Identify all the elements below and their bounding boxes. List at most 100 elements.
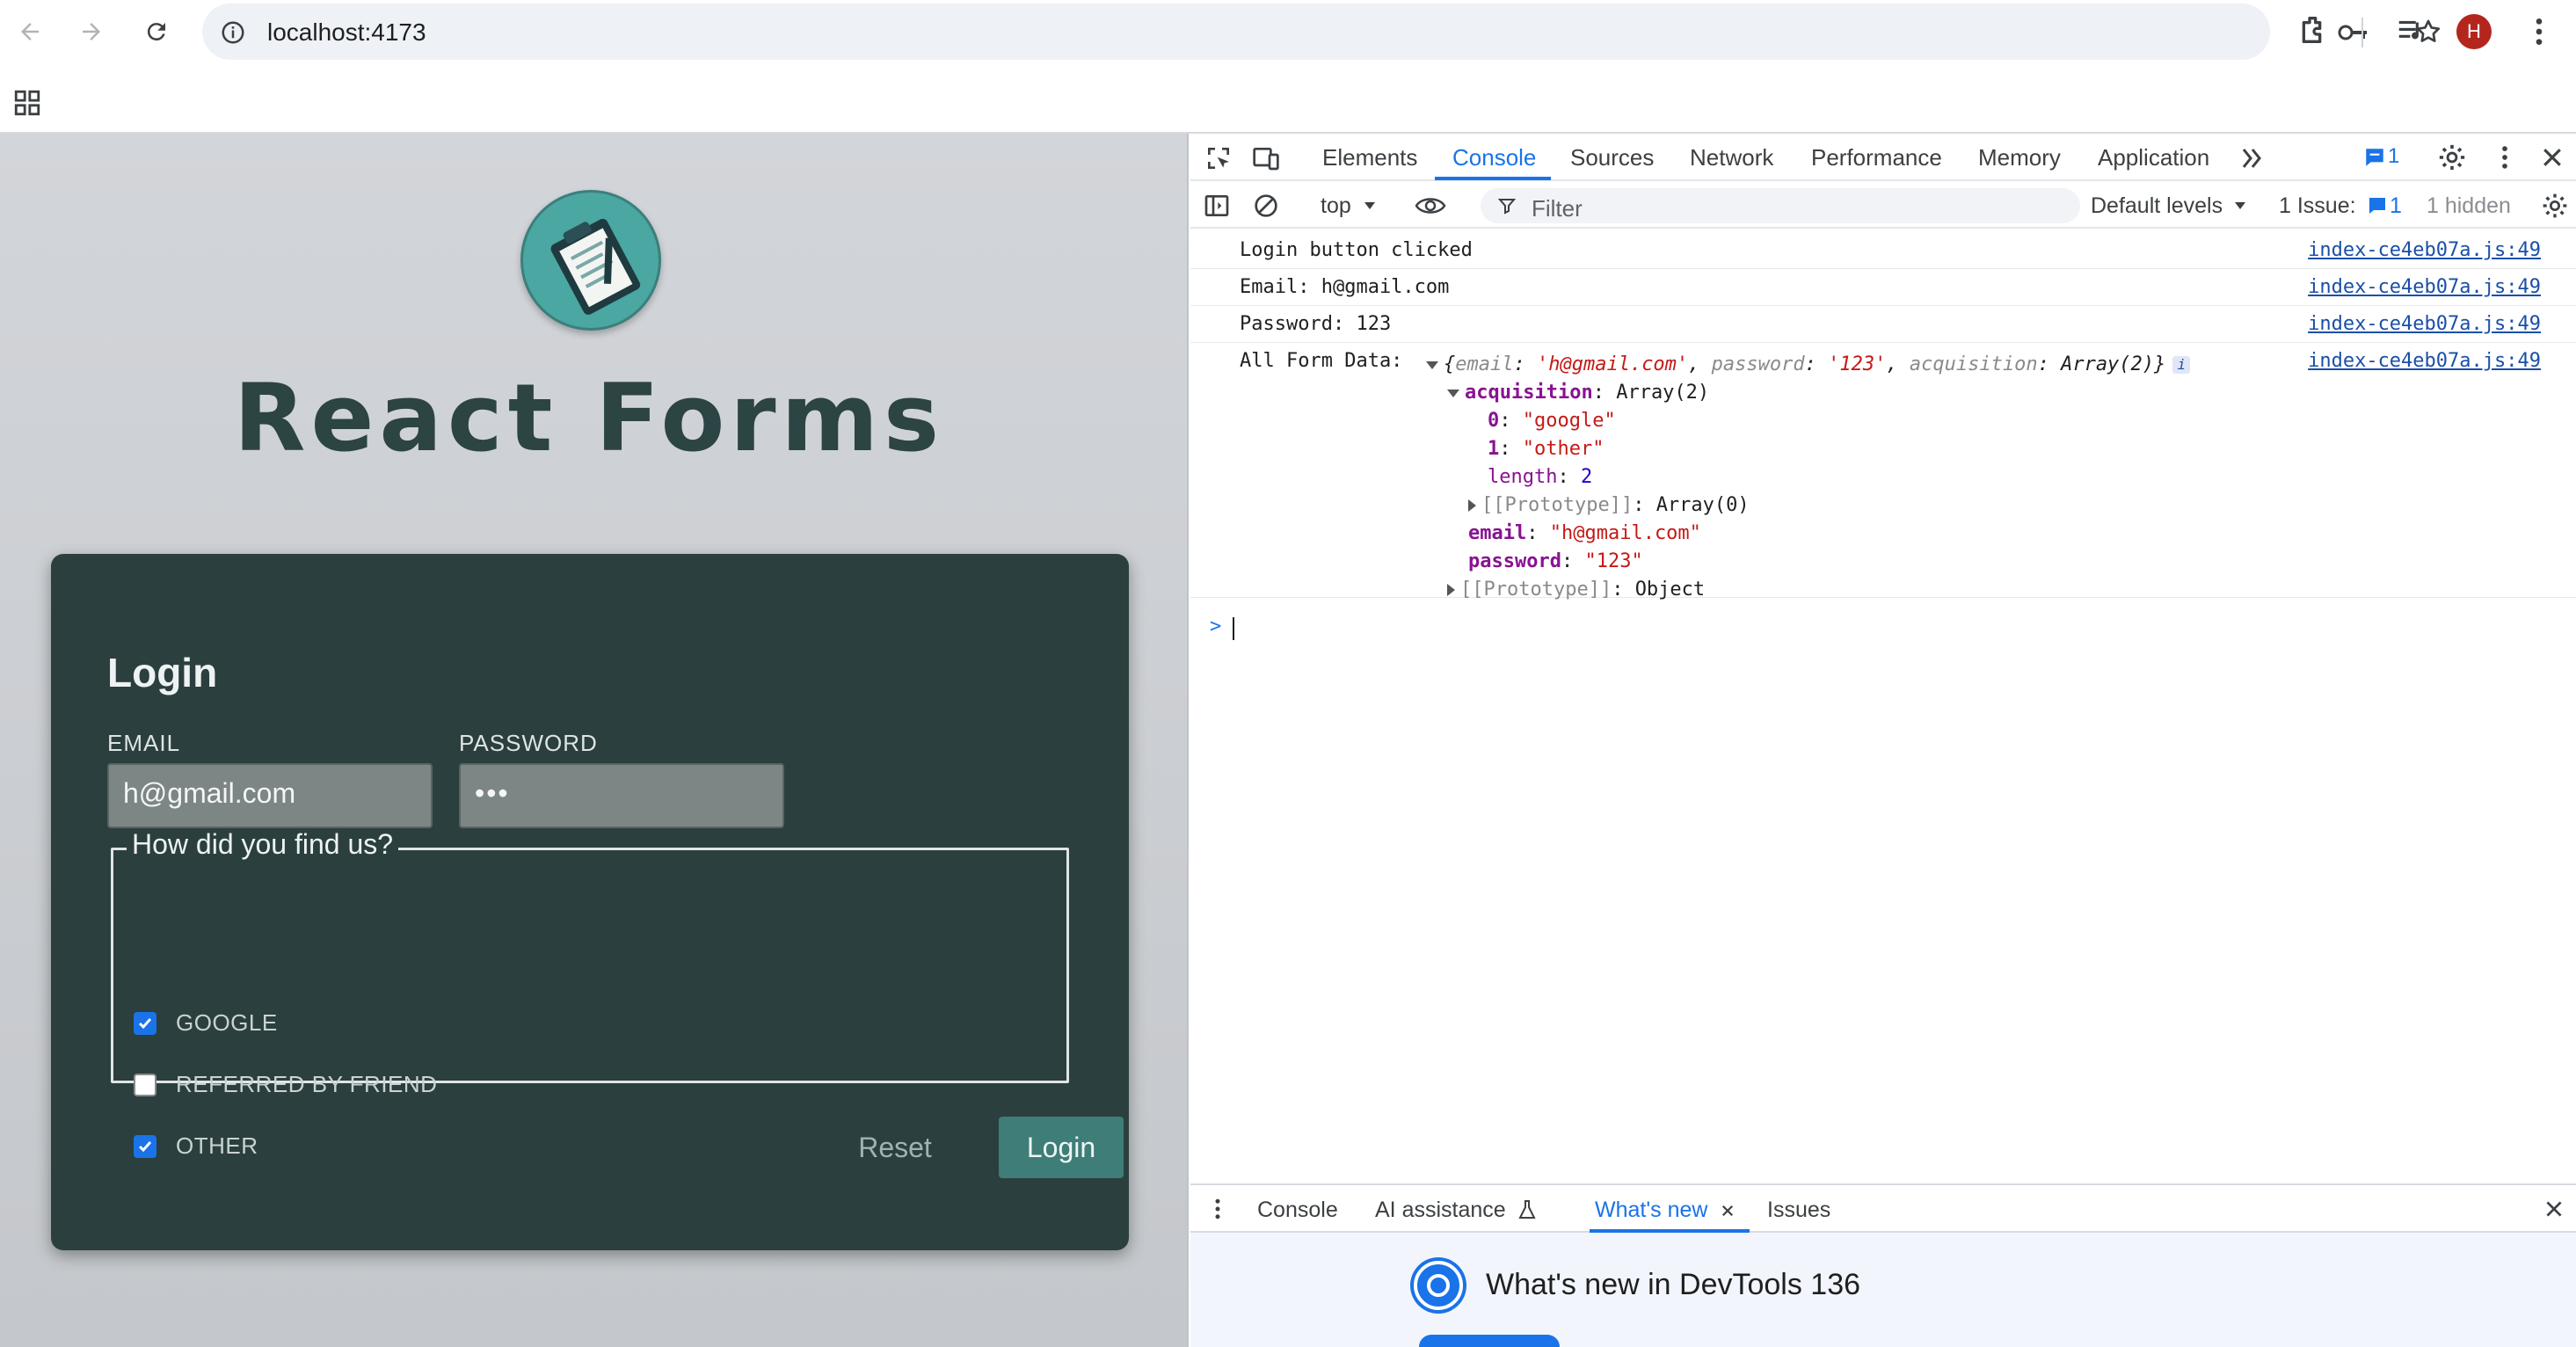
apps-grid-icon[interactable] [12, 88, 42, 118]
back-button[interactable] [11, 12, 49, 51]
option-google[interactable]: GOOGLE [134, 1009, 278, 1037]
log-source-link[interactable]: index-ce4eb07a.js:49 [2308, 239, 2541, 261]
active-tab-indicator [1435, 177, 1551, 180]
profile-avatar[interactable]: H [2456, 14, 2492, 49]
forward-button[interactable] [72, 12, 111, 51]
password-value: ••• [475, 777, 510, 809]
drawer-tab-whats-new[interactable]: What's new [1595, 1198, 1707, 1223]
object-preview[interactable]: {email: 'h@gmail.com', password: '123', … [1426, 353, 2191, 375]
settings-icon[interactable] [2437, 142, 2467, 172]
device-toolbar-icon[interactable] [1252, 144, 1280, 172]
google-label: GOOGLE [176, 1009, 278, 1036]
option-other[interactable]: OTHER [134, 1132, 258, 1160]
close-tab-icon[interactable] [1720, 1203, 1736, 1219]
address-bar[interactable]: localhost:4173 [202, 4, 2441, 60]
key-icon[interactable] [2337, 21, 2370, 44]
fieldset-legend: How did you find us? [127, 828, 399, 861]
log-levels-dropdown[interactable]: Default levels [2091, 193, 2223, 219]
tree-node-length: length: 2 [1488, 466, 1593, 488]
devtools-menu-icon[interactable] [2490, 142, 2520, 172]
clear-console-icon[interactable] [1252, 192, 1280, 220]
messages-icon[interactable] [2363, 146, 2386, 169]
password-field[interactable]: ••• [459, 763, 784, 828]
close-drawer-icon[interactable] [2543, 1198, 2565, 1220]
arrow-right-icon [83, 23, 100, 40]
log-text: Password: 123 [1240, 313, 1392, 335]
site-info-icon[interactable] [220, 19, 246, 46]
drawer-menu-icon[interactable] [1204, 1196, 1231, 1222]
browser-toolbar: localhost:4173 H [0, 0, 2576, 134]
drawer-tab-ai-assistance[interactable]: AI assistance [1375, 1198, 1506, 1223]
log-source-link[interactable]: index-ce4eb07a.js:49 [2308, 276, 2541, 298]
console-input[interactable] [1233, 617, 1234, 640]
chevron-down-icon [2235, 202, 2245, 209]
tab-application[interactable]: Application [2098, 144, 2209, 171]
referred-label: REFERRED BY FRIEND [176, 1071, 438, 1097]
email-field[interactable]: h@gmail.com [107, 763, 433, 828]
tab-console[interactable]: Console [1452, 144, 1536, 171]
drawer-tabbar: Console AI assistance What's new Issues [1190, 1183, 2576, 1233]
other-checkbox[interactable] [134, 1134, 156, 1158]
console-message: Email: h@gmail.com index-ce4eb07a.js:49 [1190, 269, 2576, 306]
console-settings-icon[interactable] [2541, 192, 2569, 220]
tree-node-prototype[interactable]: [[Prototype]]: Array(0) [1468, 494, 1750, 516]
url-text[interactable]: localhost:4173 [267, 18, 426, 47]
more-tabs-icon[interactable] [2240, 146, 2267, 171]
extensions-icon[interactable] [2296, 12, 2332, 47]
referred-checkbox[interactable] [134, 1073, 156, 1096]
inspect-element-icon[interactable] [1204, 144, 1233, 172]
drawer-tab-console[interactable]: Console [1257, 1198, 1338, 1223]
media-controls-icon[interactable] [2395, 14, 2428, 47]
tree-node-acquisition[interactable]: acquisition: Array(2) [1447, 382, 1709, 404]
log-text: All Form Data: [1240, 350, 1403, 372]
toolbar-divider [2361, 18, 2363, 47]
tab-performance[interactable]: Performance [1811, 144, 1942, 171]
login-form: Login EMAIL h@gmail.com PASSWORD ••• How… [51, 554, 1129, 1250]
console-toolbar: top Filter Default levels 1 Issue: 1 1 h… [1190, 183, 2576, 229]
password-label: PASSWORD [459, 730, 598, 756]
tab-sources[interactable]: Sources [1570, 144, 1654, 171]
filter-placeholder: Filter [1532, 195, 1583, 222]
close-icon[interactable] [2539, 144, 2565, 171]
profile-initial: H [2467, 20, 2481, 42]
tab-network[interactable]: Network [1690, 144, 1773, 171]
filter-icon [1498, 199, 1516, 215]
hidden-count: 1 hidden [2427, 193, 2511, 218]
tab-elements[interactable]: Elements [1322, 144, 1417, 171]
issues-count[interactable]: 1 [2390, 193, 2402, 219]
log-source-link[interactable]: index-ce4eb07a.js:49 [2308, 313, 2541, 335]
login-button[interactable]: Login [999, 1117, 1124, 1178]
page-title: React Forms [233, 364, 945, 472]
reload-button[interactable] [137, 12, 176, 51]
checkmark-icon [138, 1140, 152, 1152]
drawer-tab-issues[interactable]: Issues [1767, 1198, 1830, 1223]
reset-button[interactable]: Reset [825, 1117, 965, 1178]
info-icon[interactable]: i [2172, 356, 2191, 374]
console-message: Password: 123 index-ce4eb07a.js:49 [1190, 306, 2576, 343]
devtools-drawer: Console AI assistance What's new Issues … [1190, 1183, 2576, 1347]
web-page: React Forms Login EMAIL h@gmail.com PASS… [0, 134, 1189, 1347]
option-referred[interactable]: REFERRED BY FRIEND [134, 1071, 437, 1098]
google-checkbox[interactable] [134, 1011, 156, 1035]
more-menu-icon[interactable] [2521, 12, 2557, 51]
console-message: All Form Data: index-ce4eb07a.js:49 {ema… [1190, 343, 2576, 601]
log-source-link[interactable]: index-ce4eb07a.js:49 [2308, 350, 2541, 372]
eye-icon[interactable] [1414, 193, 1447, 218]
devtools-panel: Elements Console Sources Network Perform… [1190, 134, 2576, 1347]
issues-label[interactable]: 1 Issue: [2279, 193, 2356, 219]
filter-input[interactable]: Filter [1481, 188, 2080, 223]
clipboard-icon [550, 218, 641, 315]
app-logo [520, 190, 661, 331]
issues-count-badge[interactable]: 1 [2388, 144, 2399, 169]
checkmark-icon [138, 1017, 152, 1029]
console-prompt-chevron: > [1210, 615, 1222, 637]
tree-node-prototype[interactable]: [[Prototype]]: Object [1447, 579, 1705, 601]
sidebar-toggle-icon[interactable] [1203, 192, 1231, 220]
context-selector[interactable]: top [1321, 193, 1351, 219]
flask-icon [1518, 1200, 1536, 1219]
issues-icon[interactable] [2367, 195, 2388, 216]
tab-memory[interactable]: Memory [1978, 144, 2061, 171]
whats-new-title: What's new in DevTools 136 [1486, 1268, 1861, 1301]
whats-new-button[interactable] [1419, 1335, 1560, 1347]
chevron-down-icon [1364, 202, 1375, 209]
